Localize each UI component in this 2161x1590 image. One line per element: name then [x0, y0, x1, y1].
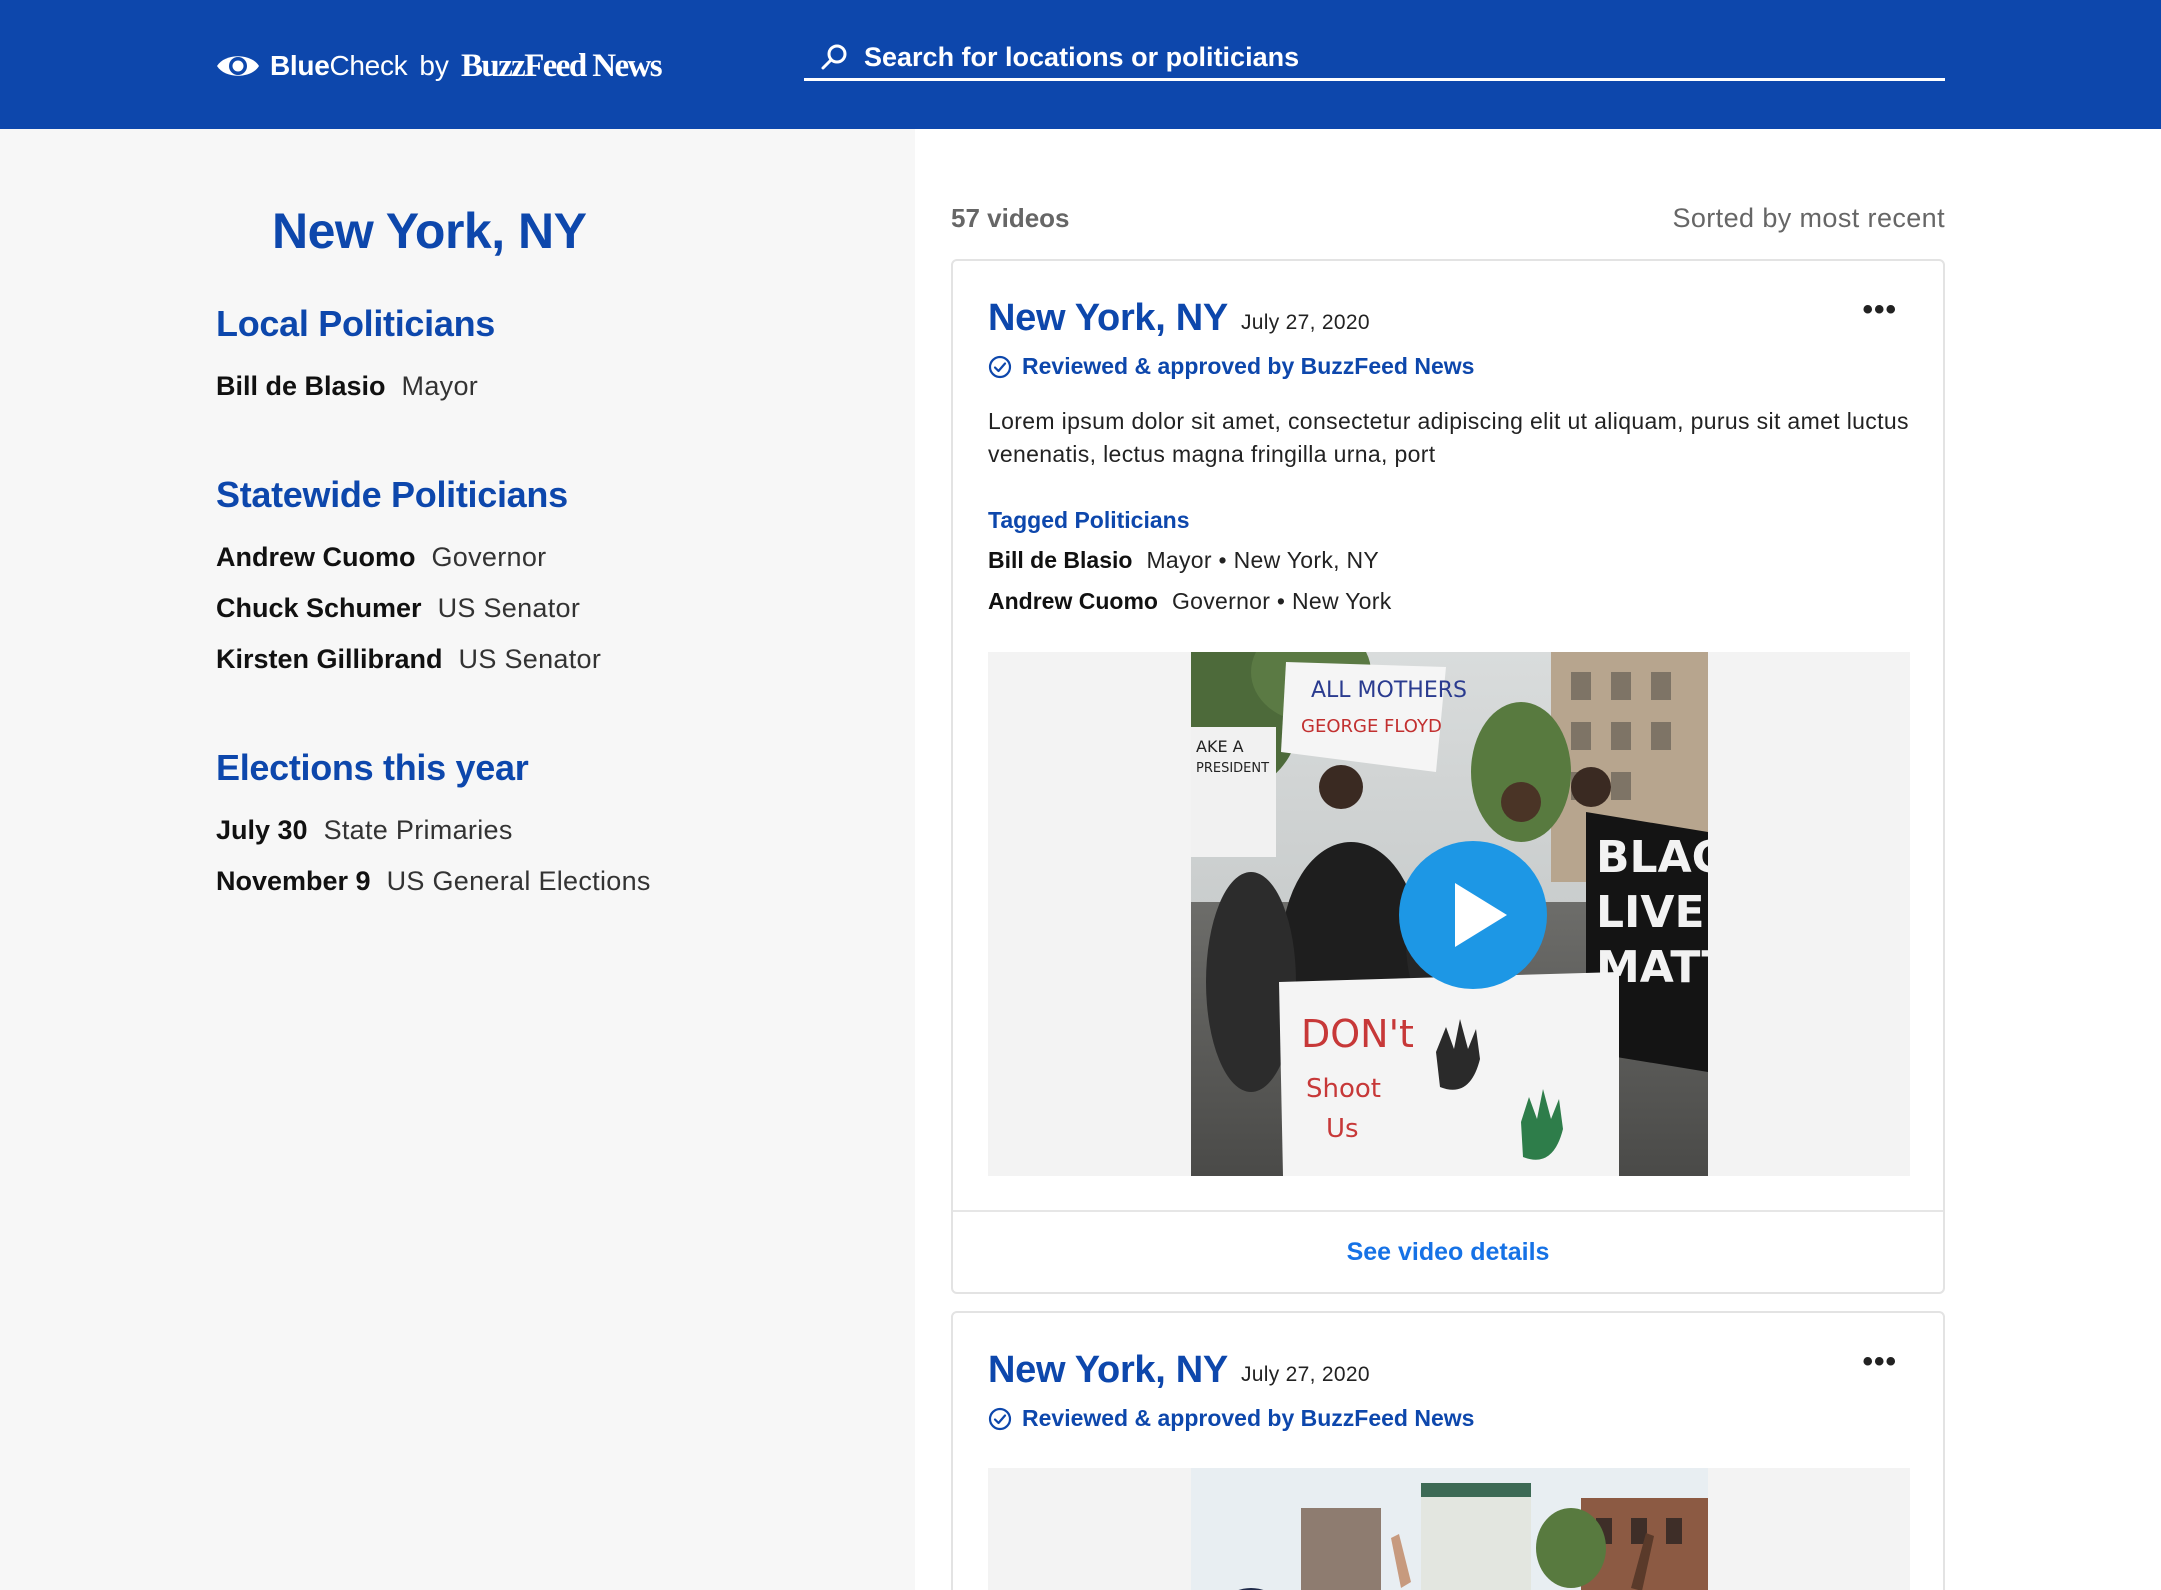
statewide-politicians-heading: Statewide Politicians — [216, 474, 568, 515]
svg-text:ALL MOTHERS: ALL MOTHERS — [1311, 678, 1467, 703]
check-circle-icon — [988, 1407, 1012, 1430]
svg-text:Us: Us — [1326, 1114, 1359, 1144]
approved-text: Reviewed & approved by BuzzFeed News — [1022, 1405, 1475, 1431]
tagged-name: Bill de Blasio — [988, 547, 1133, 573]
politician-row[interactable]: Bill de Blasio Mayor — [216, 371, 478, 402]
card-title[interactable]: New York, NY — [988, 297, 1228, 340]
more-options-icon[interactable]: ••• — [1862, 295, 1897, 325]
svg-text:DON't: DON't — [1301, 1012, 1414, 1056]
politician-row[interactable]: Kirsten Gillibrand US Senator — [216, 644, 601, 675]
sort-indicator[interactable]: Sorted by most recent — [1672, 203, 1945, 234]
brand-by: by — [419, 50, 449, 81]
bluecheck-logo[interactable]: Blue Check by BuzzFeed News — [215, 46, 663, 86]
election-name: State Primaries — [323, 815, 513, 845]
election-date: July 30 — [216, 815, 308, 845]
politician-role: US Senator — [458, 644, 602, 674]
video-description: Lorem ipsum dolor sit amet, consectetur … — [988, 408, 1909, 467]
search-bar[interactable] — [804, 36, 1945, 81]
tagged-name: Andrew Cuomo — [988, 588, 1158, 614]
politician-name: Bill de Blasio — [216, 371, 386, 401]
politician-role: US Senator — [437, 593, 581, 623]
politician-name: Chuck Schumer — [216, 593, 422, 623]
politician-name: Kirsten Gillibrand — [216, 644, 443, 674]
svg-text:AKE A: AKE A — [1196, 737, 1244, 756]
card-date: July 27, 2020 — [1241, 1363, 1370, 1386]
svg-text:Shoot: Shoot — [1306, 1074, 1381, 1104]
tagged-detail: Governor • New York — [1171, 588, 1392, 614]
play-button[interactable] — [1399, 841, 1547, 989]
see-video-details-link[interactable]: See video details — [1347, 1238, 1550, 1267]
politician-role: Governor — [431, 542, 547, 572]
card-date: July 27, 2020 — [1241, 311, 1370, 334]
video-card: New York, NY July 27, 2020 ••• Reviewed … — [951, 259, 1945, 1294]
politician-row[interactable]: Chuck Schumer US Senator — [216, 593, 580, 624]
election-row: November 9 US General Elections — [216, 866, 651, 897]
politician-role: Mayor — [401, 371, 479, 401]
approved-text: Reviewed & approved by BuzzFeed News — [1022, 353, 1475, 379]
search-input[interactable] — [864, 41, 1864, 73]
video-card: New York, NY July 27, 2020 ••• Reviewed … — [951, 1311, 1945, 1590]
video-count: 57 videos — [951, 203, 1070, 233]
tagged-politicians-heading: Tagged Politicians — [988, 507, 1190, 533]
local-politicians-heading: Local Politicians — [216, 303, 495, 344]
tagged-politician[interactable]: Andrew Cuomo Governor • New York — [988, 588, 1392, 615]
politician-name: Andrew Cuomo — [216, 542, 416, 572]
tagged-politician[interactable]: Bill de Blasio Mayor • New York, NY — [988, 547, 1379, 574]
more-options-icon[interactable]: ••• — [1862, 1347, 1897, 1377]
politician-row[interactable]: Andrew Cuomo Governor — [216, 542, 546, 573]
svg-text:BLAC: BLAC — [1596, 832, 1708, 883]
location-title: New York, NY — [272, 203, 587, 259]
video-player[interactable] — [988, 1468, 1910, 1590]
search-icon — [821, 44, 847, 70]
card-footer: See video details — [953, 1210, 1943, 1292]
election-row: July 30 State Primaries — [216, 815, 513, 846]
location-sidebar: New York, NY Local Politicians Bill de B… — [0, 129, 915, 1590]
play-icon — [1455, 883, 1507, 947]
election-date: November 9 — [216, 866, 371, 896]
approved-badge: Reviewed & approved by BuzzFeed News — [988, 1405, 1474, 1432]
check-circle-icon — [988, 355, 1012, 378]
card-title[interactable]: New York, NY — [988, 1349, 1228, 1392]
video-thumbnail — [1191, 1468, 1708, 1590]
svg-text:GEORGE FLOYD: GEORGE FLOYD — [1301, 716, 1442, 737]
svg-text:LIVE: LIVE — [1596, 887, 1705, 938]
brand-name-check: Check — [329, 50, 408, 81]
election-name: US General Elections — [386, 866, 651, 896]
brand-name-blue: Blue — [270, 50, 330, 81]
buzzfeed-news-logo: BuzzFeed News — [460, 47, 663, 84]
video-player[interactable]: ALL MOTHERS GEORGE FLOYD AKE A PRESIDENT… — [988, 652, 1910, 1176]
eye-icon — [217, 56, 259, 76]
elections-heading: Elections this year — [216, 747, 529, 788]
svg-text:PRESIDENT: PRESIDENT — [1196, 761, 1269, 776]
top-navigation-bar: Blue Check by BuzzFeed News — [0, 0, 2161, 129]
approved-badge: Reviewed & approved by BuzzFeed News — [988, 353, 1474, 380]
tagged-detail: Mayor • New York, NY — [1146, 547, 1380, 573]
